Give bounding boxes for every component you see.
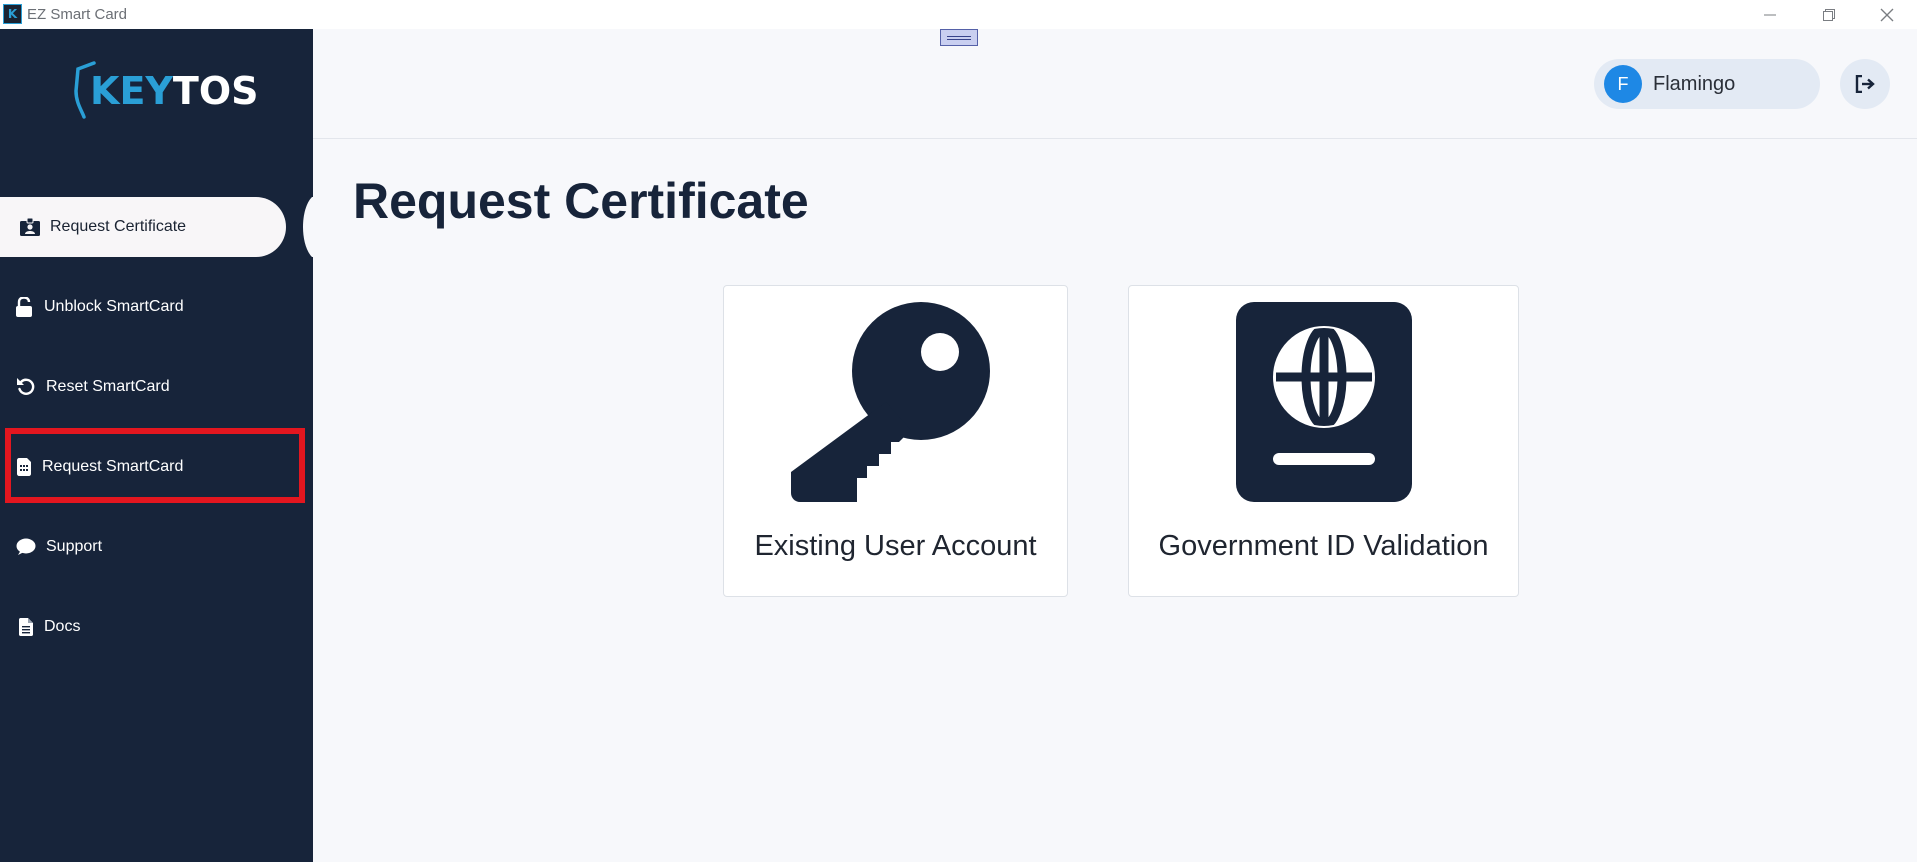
sidebar-item-request-certificate[interactable]: Request Certificate [0, 197, 286, 257]
window-title: EZ Smart Card [27, 6, 128, 23]
sidebar-item-label: Request Certificate [50, 218, 187, 235]
sidebar-item-unblock-smartcard[interactable]: Unblock SmartCard [0, 277, 313, 337]
card-label: Government ID Validation [1158, 530, 1489, 562]
card-label: Existing User Account [754, 530, 1037, 562]
sidebar-item-label: Reset SmartCard [46, 378, 170, 395]
document-icon [16, 617, 36, 637]
logout-icon [1855, 75, 1875, 93]
sidebar: KEYTOS Request Certificate Unblock Smart… [0, 29, 328, 862]
avatar: F [1604, 65, 1642, 103]
restore-icon [1823, 8, 1835, 21]
passport-icon [1129, 302, 1518, 502]
key-icon [724, 302, 1067, 502]
drag-handle[interactable] [940, 29, 978, 46]
sidebar-item-label: Unblock SmartCard [44, 298, 184, 315]
sidebar-item-label: Request SmartCard [42, 458, 184, 475]
sidebar-item-reset-smartcard[interactable]: Reset SmartCard [0, 357, 313, 417]
sidebar-item-docs[interactable]: Docs [0, 597, 313, 657]
restore-button[interactable] [1800, 0, 1858, 29]
sidebar-item-label: Support [46, 538, 103, 555]
user-name: Flamingo [1653, 72, 1736, 95]
unlock-icon [14, 297, 34, 317]
sim-card-icon [14, 457, 34, 477]
close-button[interactable] [1858, 0, 1916, 29]
sidebar-item-label: Docs [44, 618, 81, 635]
id-badge-icon [20, 217, 40, 237]
page-title: Request Certificate [353, 173, 809, 229]
active-indicator [303, 197, 328, 257]
close-icon [1880, 8, 1894, 21]
sidebar-item-request-smartcard[interactable]: Request SmartCard [0, 437, 313, 497]
government-id-validation-card[interactable]: Government ID Validation [1128, 285, 1519, 597]
logout-button[interactable] [1840, 59, 1890, 109]
minimize-button[interactable] [1741, 0, 1799, 29]
user-profile-chip[interactable]: F Flamingo [1594, 59, 1820, 109]
app-logo-icon: K [3, 4, 22, 24]
logo-wordmark: KEYTOS [90, 69, 259, 113]
sidebar-item-support[interactable]: Support [0, 517, 313, 577]
undo-icon [16, 377, 36, 397]
title-bar: K EZ Smart Card [0, 0, 1917, 29]
existing-user-account-card[interactable]: Existing User Account [723, 285, 1068, 597]
minimize-icon [1764, 14, 1776, 15]
keytos-logo: KEYTOS [72, 61, 259, 121]
chat-bubble-icon [16, 537, 36, 557]
